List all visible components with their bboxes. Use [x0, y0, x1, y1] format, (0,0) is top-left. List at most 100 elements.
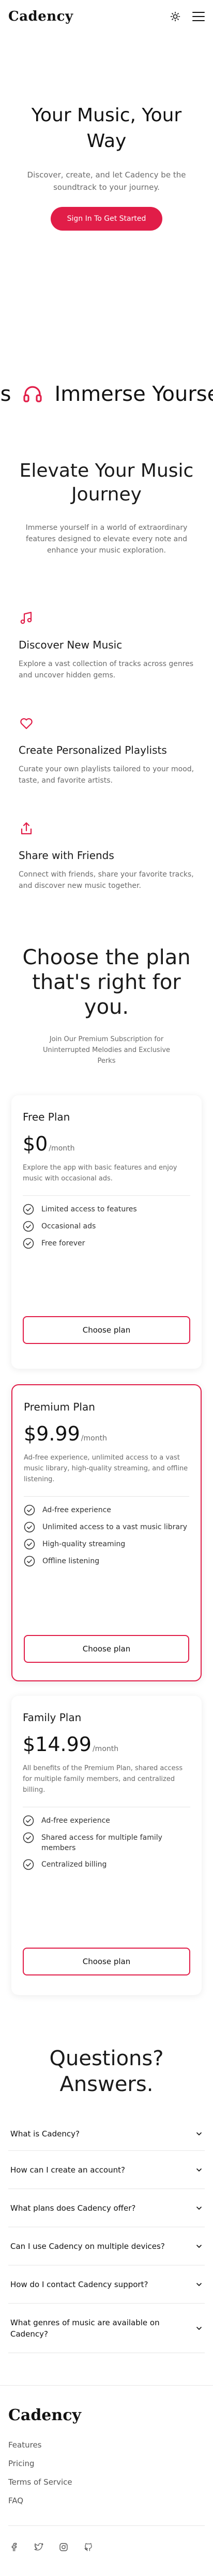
plan-feature-label: Limited access to features: [41, 1205, 137, 1213]
plan-feature-label: Offline listening: [42, 1557, 100, 1565]
plan-feature-label: Shared access for multiple family member…: [41, 1834, 162, 1852]
feature-item: Create Personalized Playlists Curate you…: [19, 714, 194, 786]
plan-name: Free Plan: [23, 1111, 70, 1123]
faq-question: What is Cadency?: [10, 2129, 80, 2138]
instagram-icon[interactable]: [58, 2541, 69, 2553]
plan-feature-label: Ad-free experience: [42, 1506, 111, 1514]
chevron-down-icon: [196, 2244, 202, 2248]
plan-card-family: Family Plan $14.99 /month All benefits o…: [11, 1696, 202, 1995]
plan-feature: Unlimited access to a vast music library: [24, 1521, 189, 1533]
twitter-icon[interactable]: [33, 2541, 44, 2553]
check-icon: [24, 1504, 35, 1516]
faq-title: Questions? Answers.: [49, 2047, 164, 2096]
plan-feature: Offline listening: [24, 1556, 189, 1567]
footer-links: Features Pricing Terms of Service FAQ: [8, 2436, 205, 2510]
footer-link-terms[interactable]: Terms of Service: [8, 2473, 205, 2491]
pricing-subtitle: Join Our Premium Subscription for Uninte…: [42, 1035, 171, 1065]
feature-description: Connect with friends, share your favorit…: [19, 870, 194, 890]
page: Cadency Your Music, Your Way Discover, c…: [0, 0, 213, 2576]
choose-plan-button[interactable]: Choose plan: [24, 1635, 189, 1663]
feature-title: Share with Friends: [19, 849, 114, 862]
faq-item[interactable]: What genres of music are available on Ca…: [8, 2304, 205, 2353]
feature-title: Discover New Music: [19, 639, 123, 651]
faq-question: How do I contact Cadency support?: [10, 2279, 148, 2289]
plan-feature-label: High-quality streaming: [42, 1540, 126, 1548]
choose-plan-button[interactable]: Choose plan: [23, 1316, 190, 1344]
faq-list: What is Cadency? How can I create an acc…: [8, 2117, 205, 2353]
marquee-track: es Immerse Yourse: [0, 382, 213, 406]
faq-item[interactable]: What plans does Cadency offer?: [8, 2189, 205, 2227]
hero-subtitle: Discover, create, and let Cadency be the…: [27, 170, 186, 192]
sun-icon[interactable]: [170, 11, 181, 22]
choose-plan-button[interactable]: Choose plan: [23, 1948, 190, 1975]
hero-section: Your Music, Your Way Discover, create, a…: [0, 33, 213, 343]
check-icon: [24, 1538, 35, 1550]
features-section: Elevate Your Music Journey Immerse yours…: [0, 459, 213, 892]
plan-feature-label: Unlimited access to a vast music library: [42, 1523, 188, 1531]
faq-item[interactable]: What is Cadency?: [8, 2117, 205, 2151]
footer-logo[interactable]: Cadency: [8, 2406, 205, 2424]
plan-feature: Ad-free experience: [23, 1815, 190, 1826]
feature-item: Discover New Music Explore a vast collec…: [19, 609, 194, 681]
plan-feature: Ad-free experience: [24, 1504, 189, 1516]
feature-description: Explore a vast collection of tracks acro…: [19, 660, 194, 679]
plan-period: /month: [92, 1745, 119, 1753]
faq-item[interactable]: How can I create an account?: [8, 2151, 205, 2189]
site-header: Cadency: [0, 0, 213, 33]
chevron-down-icon: [196, 2326, 202, 2330]
sign-in-button[interactable]: Sign In To Get Started: [50, 207, 163, 231]
headphones-icon: [22, 384, 43, 404]
feature-description: Curate your own playlists tailored to yo…: [19, 765, 194, 785]
plan-card-premium: Premium Plan $9.99 /month Ad-free experi…: [11, 1384, 202, 1681]
plan-feature-label: Ad-free experience: [41, 1817, 110, 1825]
feature-item: Share with Friends Connect with friends,…: [19, 819, 194, 892]
footer-link-faq[interactable]: FAQ: [8, 2491, 205, 2510]
plan-feature: Occasional ads: [23, 1221, 190, 1232]
plan-price: $9.99: [24, 1422, 80, 1445]
footer-link-pricing[interactable]: Pricing: [8, 2454, 205, 2473]
footer-link-features[interactable]: Features: [8, 2436, 205, 2454]
plan-divider: [23, 1195, 190, 1196]
plan-price-row: $14.99 /month: [23, 1733, 190, 1756]
marquee-text-right: Immerse Yourse: [54, 382, 213, 406]
plan-divider: [24, 1496, 189, 1497]
hero-title: Your Music, Your Way: [31, 105, 182, 152]
plan-feature-list: Ad-free experience Shared access for mul…: [23, 1815, 190, 1870]
check-icon: [23, 1815, 34, 1826]
faq-question: Can I use Cadency on multiple devices?: [10, 2241, 165, 2251]
plan-description: Explore the app with basic features and …: [23, 1164, 177, 1182]
faq-question: How can I create an account?: [10, 2165, 125, 2175]
plan-feature: Centralized billing: [23, 1859, 190, 1870]
pricing-header: Choose the plan that's right for you. Jo…: [0, 945, 213, 1066]
faq-item[interactable]: How do I contact Cadency support?: [8, 2265, 205, 2304]
plan-card-free: Free Plan $0 /month Explore the app with…: [11, 1095, 202, 1369]
plan-feature-list: Ad-free experience Unlimited access to a…: [24, 1504, 189, 1567]
plan-price: $0: [23, 1132, 48, 1155]
github-icon[interactable]: [83, 2541, 94, 2553]
features-intro: Immerse yourself in a world of extraordi…: [25, 524, 188, 555]
faq-item[interactable]: Can I use Cadency on multiple devices?: [8, 2227, 205, 2265]
plan-feature-label: Occasional ads: [41, 1222, 96, 1230]
heart-icon: [19, 714, 194, 733]
hamburger-menu-icon[interactable]: [192, 12, 205, 21]
plan-period: /month: [49, 1144, 75, 1153]
check-icon: [23, 1832, 34, 1843]
plan-feature: High-quality streaming: [24, 1538, 189, 1550]
plan-description: All benefits of the Premium Plan, shared…: [23, 1764, 183, 1794]
faq-question: What plans does Cadency offer?: [10, 2203, 136, 2213]
plan-price-row: $9.99 /month: [24, 1422, 189, 1445]
chevron-down-icon: [196, 2132, 202, 2135]
plan-name: Premium Plan: [24, 1401, 95, 1413]
logo[interactable]: Cadency: [8, 9, 73, 24]
facebook-icon[interactable]: [8, 2541, 20, 2553]
feature-title: Create Personalized Playlists: [19, 744, 167, 756]
marquee-banner: es Immerse Yourse: [0, 343, 213, 446]
plan-feature: Limited access to features: [23, 1204, 190, 1215]
plan-name: Family Plan: [23, 1711, 82, 1724]
social-links: [8, 2525, 205, 2553]
chevron-down-icon: [196, 2282, 202, 2286]
plan-period: /month: [81, 1434, 107, 1443]
feature-list: Discover New Music Explore a vast collec…: [19, 609, 194, 892]
header-actions: [170, 11, 205, 22]
plan-feature-label: Free forever: [41, 1239, 85, 1248]
